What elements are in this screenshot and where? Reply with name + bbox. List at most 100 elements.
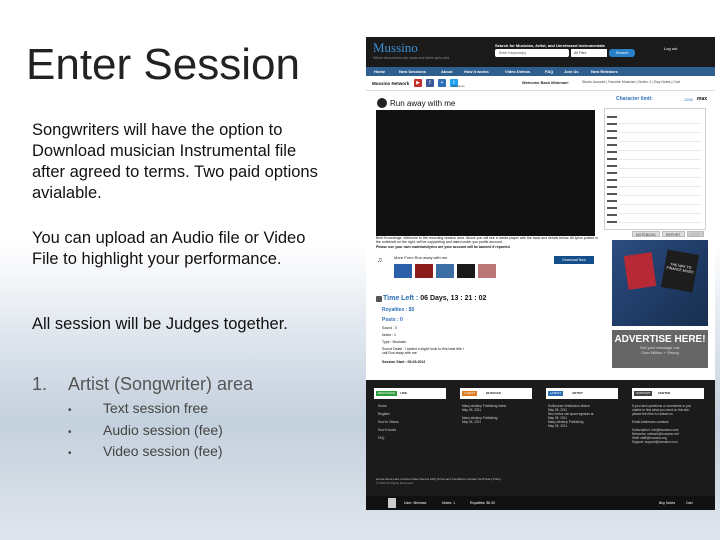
footer-support-column: If you have questions or comments or you… [632, 404, 691, 444]
footer-date: May 05, 2011 [462, 420, 482, 424]
footer-box-support: SUPPORT CENTER [632, 388, 704, 399]
footer-badge: LATEST [462, 391, 478, 396]
session-start: Session Start : 05-09-2012 [382, 360, 426, 364]
bullet-icon: • [68, 405, 72, 416]
nav-join-us[interactable]: Join Us [564, 69, 578, 74]
welcome-message: Welcome Back Minimax! [522, 80, 569, 85]
time-left-label: Time Left : [383, 295, 419, 302]
jeans-ad[interactable]: THE WAY TO FINANCE MUSIC [612, 240, 708, 326]
copyright: © 2012 All Rights Reserved [376, 481, 413, 485]
search-button[interactable]: Search [609, 49, 635, 57]
list-number: 1. [32, 374, 48, 394]
thumbnail[interactable] [457, 264, 475, 278]
bullet-text: Video session (fee) [103, 443, 223, 459]
user-status-bar: User: Minimax Notes: 1 Royalties: $0.00 … [366, 496, 715, 510]
network-bar: Mussino Network ▶ f + t Follow us Welcom… [366, 76, 715, 91]
youtube-icon[interactable]: ▶ [414, 79, 422, 87]
footer-link[interactable]: FAQ [378, 436, 399, 440]
post-tab[interactable]: POST [686, 231, 705, 237]
time-left-value: 06 Days, 13 : 21 : 02 [420, 295, 487, 302]
posts: Posts : 0 [382, 317, 403, 323]
avatar[interactable] [388, 498, 396, 508]
nav-faq[interactable]: FAQ [545, 69, 553, 74]
nav-home[interactable]: Home [374, 69, 385, 74]
status-notes: Notes: 1 [442, 501, 456, 505]
character-limit-label: Character limit: [616, 96, 653, 102]
nav-video-demos[interactable]: Video Demos [505, 69, 530, 74]
bullet-icon: • [68, 448, 72, 459]
notebook-tabs: NOTEBOOK REPORT POST [632, 231, 705, 237]
time-left: Time Left : 06 Days, 13 : 21 : 02 [383, 295, 486, 302]
thumbnail[interactable] [394, 264, 412, 278]
footer-link[interactable]: How to Videos [378, 420, 399, 424]
footer-artist-column: Dolibudum Vestibulum dictum May 05, 2011… [548, 404, 593, 428]
footer-badge: LATEST [548, 391, 564, 396]
advertise-heading: ADVERTISE HERE! [614, 334, 706, 345]
footer-link[interactable]: Home [378, 404, 399, 408]
buy-notes-link[interactable]: Buy Notes [659, 501, 675, 505]
footer-musician-column: Many desktop Publishing latest May 05, 2… [462, 404, 506, 424]
status-royalties: Royalties: $0.00 [470, 501, 496, 505]
cart-link[interactable]: Cart [686, 501, 693, 505]
account-links[interactable]: Studio Account | Favorite Musician | Not… [582, 80, 680, 84]
thumbnail[interactable] [436, 264, 454, 278]
session-type-list: • Text session free • Audio session (fee) … [68, 398, 223, 463]
site-logo[interactable]: Mussino [373, 40, 418, 56]
support-email[interactable]: Support: support@mussino.com [632, 440, 691, 444]
search-input[interactable]: Enter Keyword(s) [495, 49, 569, 57]
character-limit-max: max [697, 96, 708, 102]
footer-date: May 05, 2011 [462, 408, 482, 412]
main-nav: Home New Sessions About How it works Vid… [366, 67, 715, 76]
paragraph-judging: All session will be Judges together. [32, 315, 288, 333]
music-note-icon: ♫ [377, 257, 383, 264]
lyrics-notebook[interactable] [604, 108, 706, 230]
bullet-text: Audio session (fee) [103, 421, 223, 438]
bullet-text: Text session free [103, 400, 209, 416]
slide-title: Enter Session [26, 40, 300, 89]
footer-badge: SUPPORT [634, 391, 653, 396]
advertise-banner[interactable]: ADVERTISE HERE! Get your message out. Ov… [612, 330, 708, 368]
site-footer: RESOURCE LINK LATEST MUSICIAN LATEST ART… [366, 380, 715, 510]
nav-new-releases[interactable]: New Releases [591, 69, 618, 74]
thumbnail[interactable] [415, 264, 433, 278]
brief-knowledge: Brief Knowledge: Welcome to the recordin… [376, 236, 601, 249]
footer-box-musician: LATEST MUSICIAN [460, 388, 532, 399]
type: Type : Musician [382, 340, 407, 344]
nav-new-sessions[interactable]: New Sessions [399, 69, 426, 74]
thumbnail[interactable] [478, 264, 496, 278]
bullet-icon: • [68, 426, 72, 438]
footer-links-column: Home Register How to Videos How it works… [378, 404, 399, 440]
list-item: • Text session free [68, 398, 223, 420]
royalties: Royalties : $0 [382, 307, 415, 313]
footer-box-resource: RESOURCE LINK [374, 388, 446, 399]
facebook-icon[interactable]: f [426, 79, 434, 87]
notebook-lines[interactable] [619, 115, 701, 225]
share-icon[interactable]: + [438, 79, 446, 87]
ad-card-red [623, 252, 657, 290]
status-user: User: Minimax [404, 501, 427, 505]
brief-text: Brief Knowledge: Welcome to the recordin… [376, 236, 598, 245]
video-player[interactable] [376, 110, 595, 236]
notebook-tab[interactable]: NOTEBOOK [632, 231, 660, 237]
list-item-label: Artist (Songwriter) area [68, 374, 254, 394]
list-item: • Audio session (fee) [68, 420, 223, 442]
session-title: Run away with me [390, 99, 456, 108]
website-screenshot: Mussino Where discoveries are made and t… [366, 37, 715, 510]
list-item: • Video session (fee) [68, 441, 223, 463]
search-filter-select[interactable]: All Files [571, 49, 607, 57]
footer-box-artist: LATEST ARTIST [546, 388, 618, 399]
footer-link[interactable]: How it works [378, 428, 399, 432]
character-limit-value: 1200 [684, 97, 693, 102]
nav-how-it-works[interactable]: How it works [464, 69, 489, 74]
footer-box-label: CENTER [658, 391, 671, 395]
footer-box-label: MUSICIAN [486, 391, 501, 395]
logout-link[interactable]: Log out [664, 46, 677, 51]
report-tab[interactable]: REPORT [661, 231, 685, 237]
follow-label: Follow us [452, 84, 465, 88]
footer-link[interactable]: Register [378, 412, 399, 416]
download-button[interactable]: Download Now [554, 256, 594, 264]
site-header: Mussino Where discoveries are made and t… [366, 37, 715, 67]
sound-count: Sound : 0 [382, 326, 397, 330]
footer-box-label: LINK [400, 391, 407, 395]
nav-about[interactable]: About [441, 69, 453, 74]
